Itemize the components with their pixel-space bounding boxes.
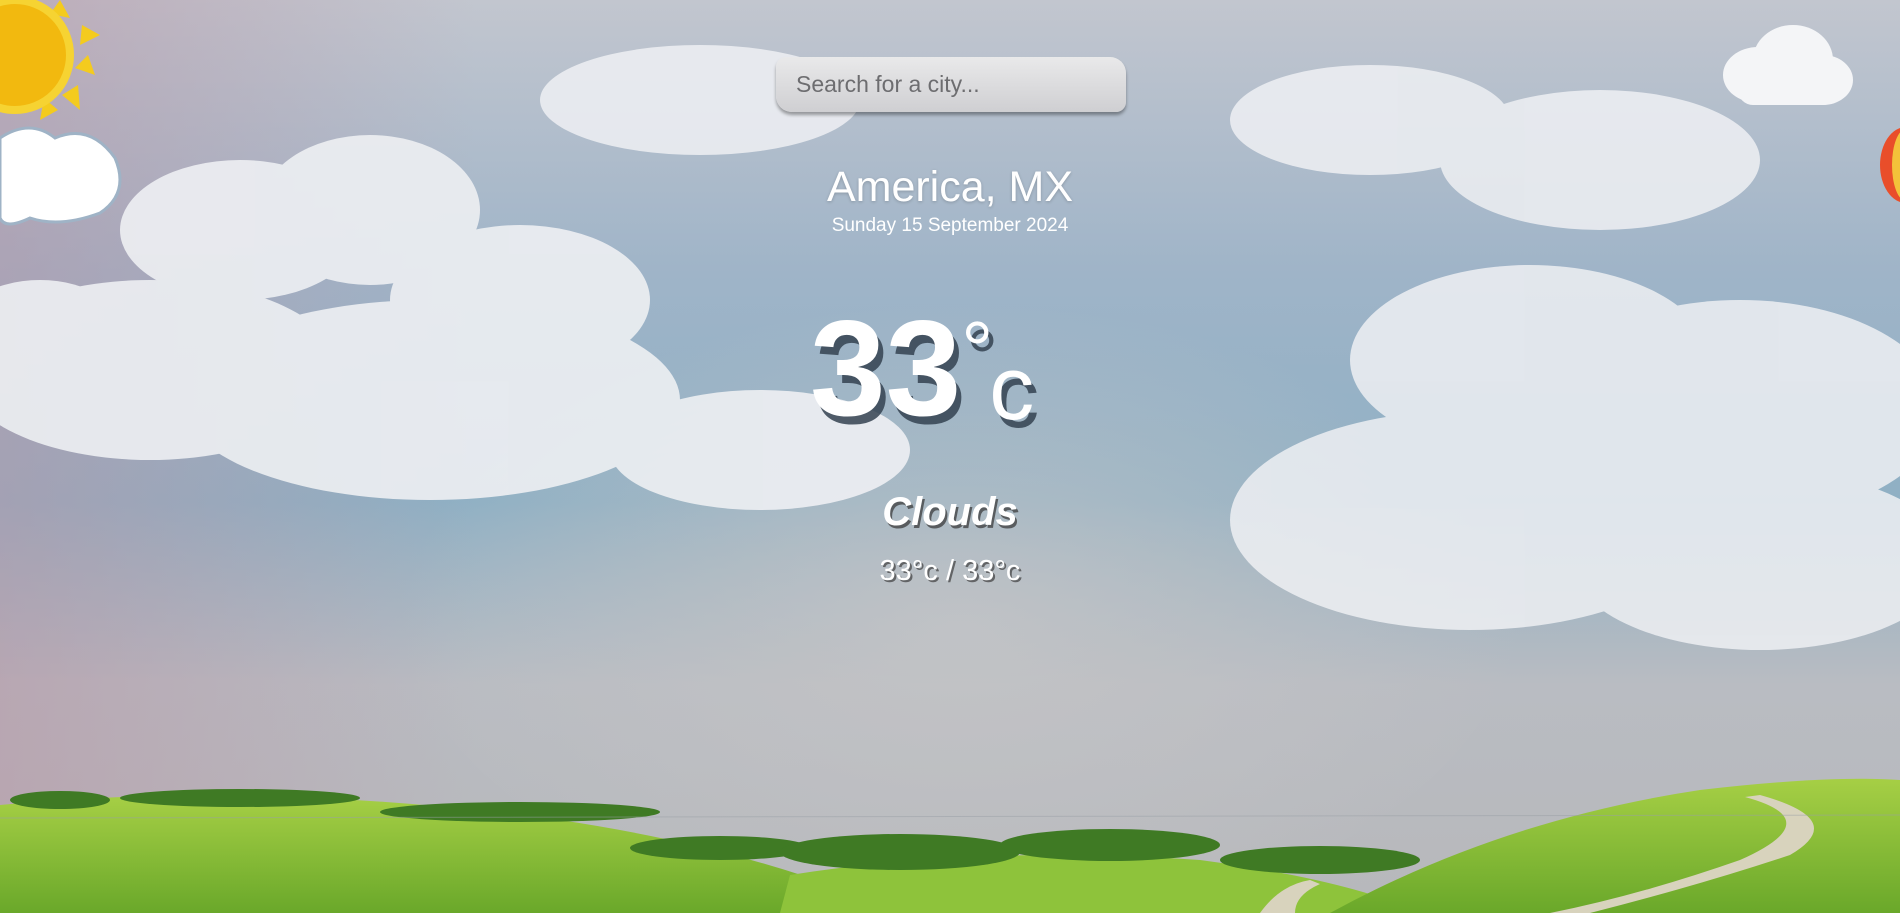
- weather-condition: Clouds: [882, 490, 1018, 534]
- cloud-icon: [1723, 25, 1853, 105]
- search-box[interactable]: [776, 57, 1126, 112]
- temperature-value: 33: [810, 292, 962, 444]
- temperature-unit: c: [989, 339, 1035, 439]
- temperature-display: 33°c: [810, 300, 1120, 439]
- search-input[interactable]: [776, 57, 1126, 112]
- background-scene: [0, 0, 1900, 913]
- location-title: America, MX: [826, 163, 1074, 211]
- current-date: Sunday 15 September 2024: [831, 215, 1069, 236]
- hi-lo-temperature: 33°c / 33°c: [879, 555, 1021, 587]
